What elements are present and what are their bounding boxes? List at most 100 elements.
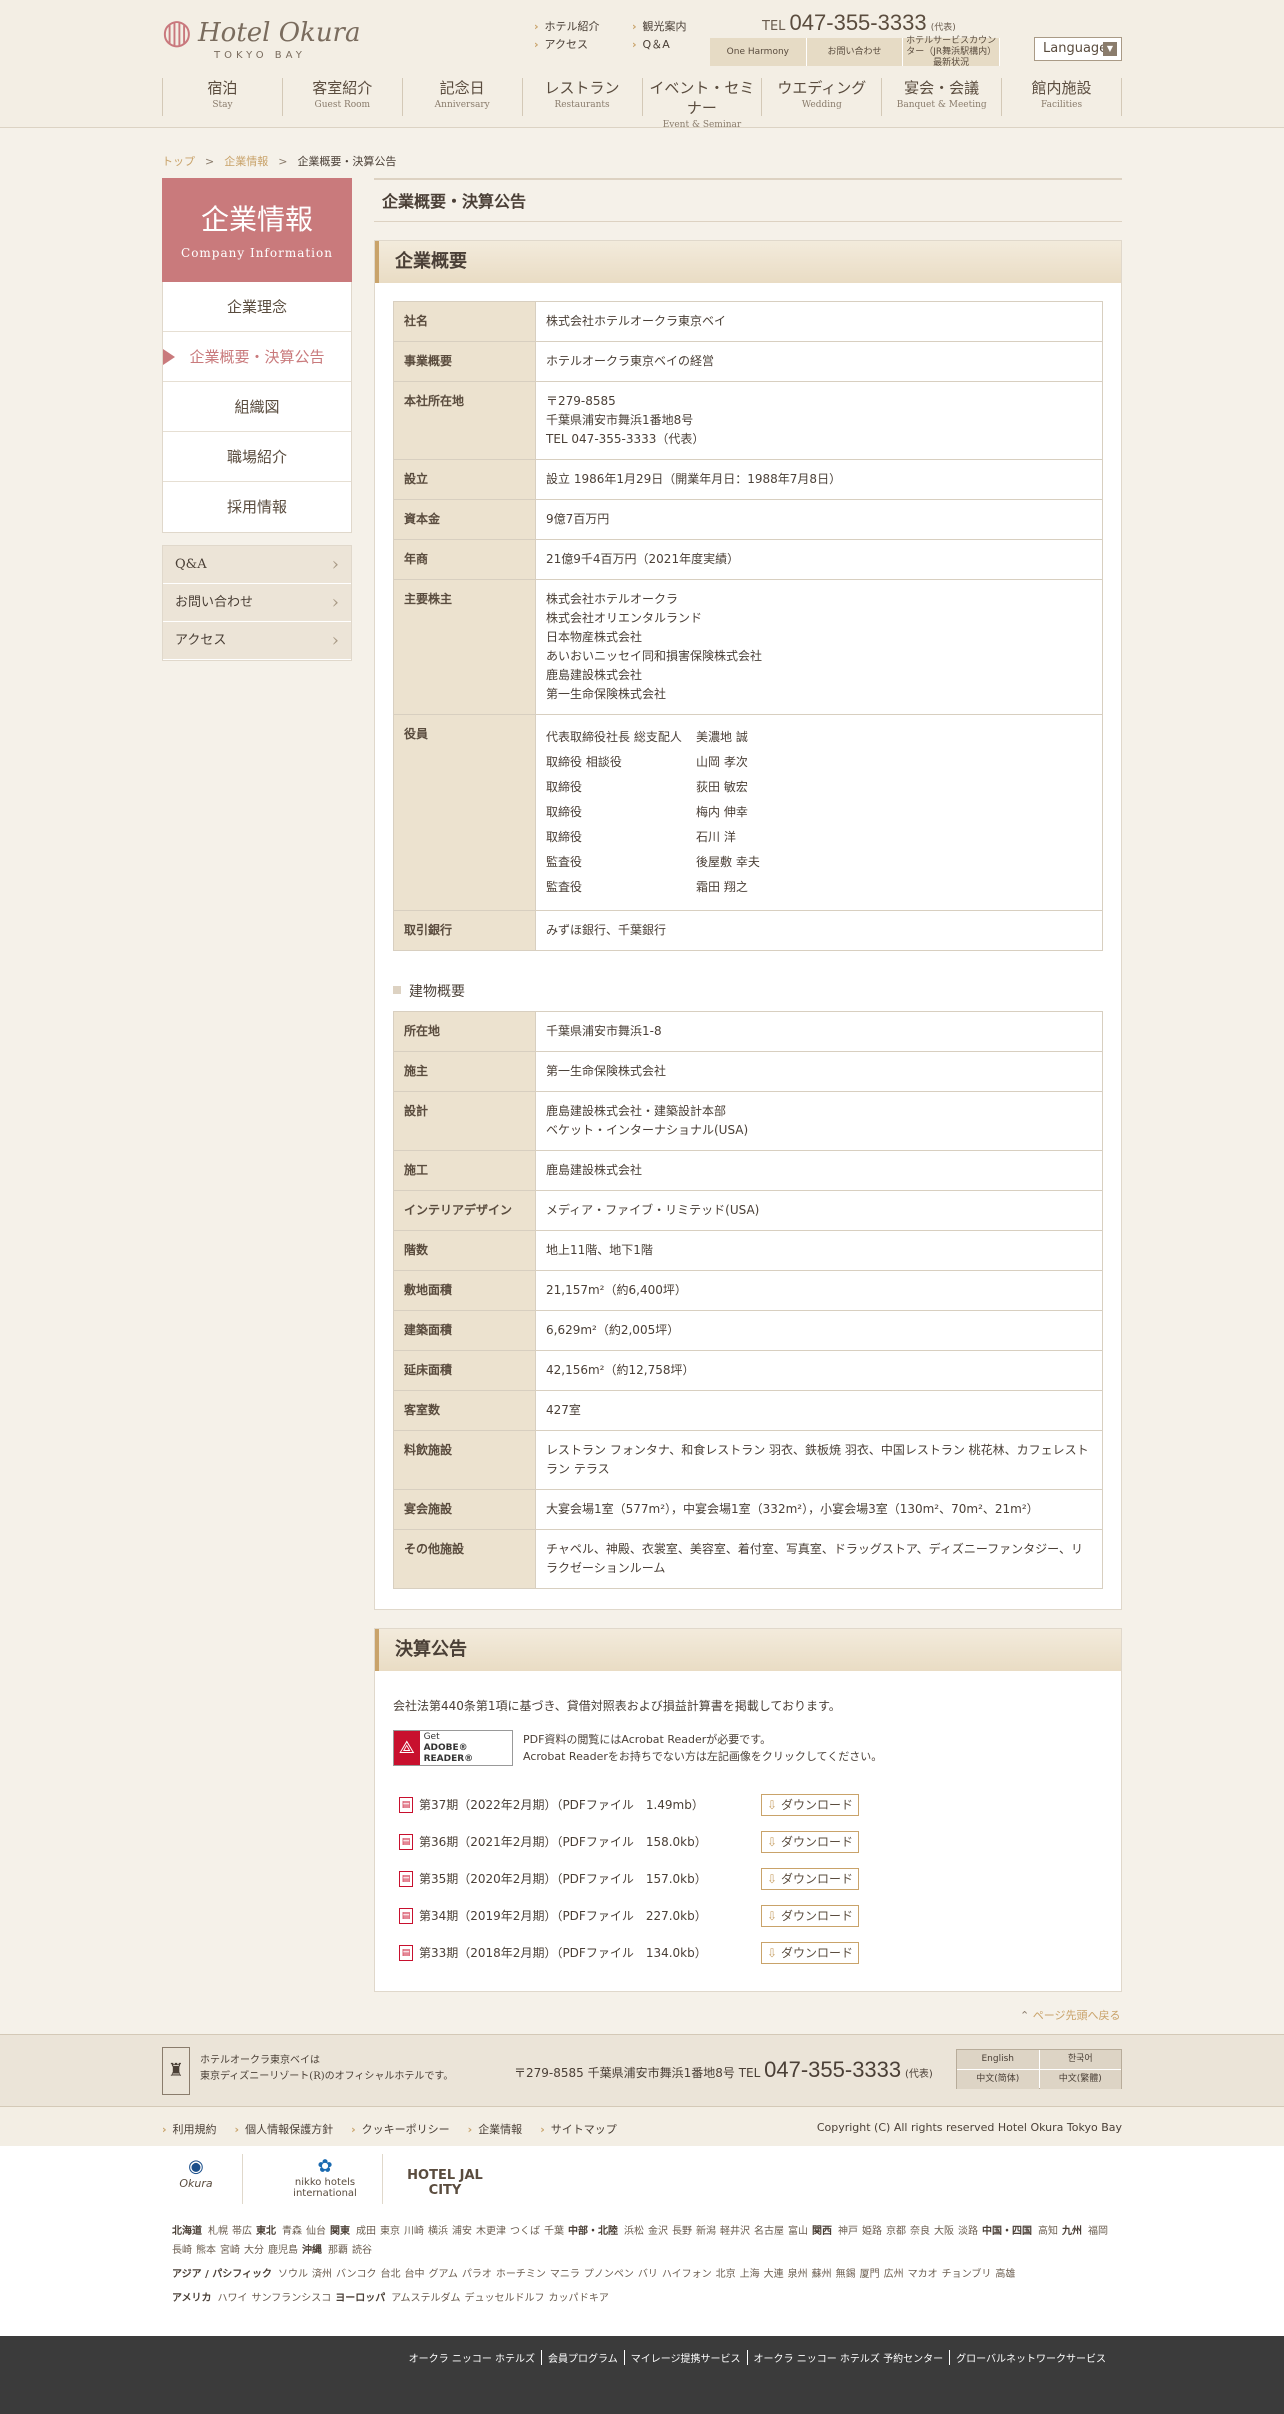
download-button[interactable]: ダウンロード — [761, 1867, 859, 1890]
city-link[interactable]: ホーチミン — [496, 2269, 546, 2280]
city-link[interactable]: バンコク — [336, 2269, 377, 2280]
city-link[interactable]: 横浜 — [428, 2226, 448, 2237]
link-okura-nikko[interactable]: オークラ ニッコー ホテルズ — [403, 2350, 541, 2365]
link-sightseeing[interactable]: 観光案内 — [632, 18, 687, 36]
link-hotel-intro[interactable]: ホテル紹介 — [534, 18, 600, 36]
city-link[interactable]: 帯広 — [232, 2226, 252, 2237]
city-link[interactable]: マニラ — [550, 2269, 580, 2280]
city-link[interactable]: 浜松 — [624, 2226, 644, 2237]
one-harmony-button[interactable]: One Harmony — [710, 38, 807, 66]
nav-guest-room[interactable]: 客室紹介 Guest Room — [281, 78, 402, 116]
city-link[interactable]: 浦安 — [452, 2226, 472, 2237]
city-link[interactable]: 姫路 — [862, 2226, 882, 2237]
link-sitemap[interactable]: サイトマップ — [540, 2121, 617, 2137]
get-adobe-reader-button[interactable]: ⟁ Get ADOBE® READER® — [393, 1730, 513, 1766]
sidebar-sub-contact[interactable]: お問い合わせ — [163, 584, 351, 622]
city-link[interactable]: 広州 — [884, 2269, 904, 2280]
city-link[interactable]: グアム — [429, 2269, 458, 2280]
nav-banquet-meeting[interactable]: 宴会・会議 Banquet & Meeting — [881, 78, 1001, 116]
link-terms[interactable]: 利用規約 — [162, 2121, 217, 2137]
pdf-link[interactable]: 第34期（2019年2月期）（PDFファイル 227.0kb） — [419, 1907, 761, 1924]
city-link[interactable]: 木更津 — [476, 2226, 506, 2237]
city-link[interactable]: 大分 — [244, 2245, 264, 2256]
city-link[interactable]: 青森 — [282, 2226, 302, 2237]
city-link[interactable]: つくば — [510, 2226, 540, 2237]
lang-korean[interactable]: 한국어 — [1039, 2050, 1121, 2069]
link-reservation-center[interactable]: オークラ ニッコー ホテルズ 予約センター — [746, 2350, 950, 2365]
city-link[interactable]: 富山 — [788, 2226, 808, 2237]
city-link[interactable]: マカオ — [908, 2269, 938, 2280]
city-link[interactable]: デュッセルドルフ — [465, 2293, 545, 2304]
sidebar-sub-access[interactable]: アクセス — [163, 622, 351, 660]
city-link[interactable]: 淡路 — [958, 2226, 978, 2237]
pdf-link[interactable]: 第33期（2018年2月期）（PDFファイル 134.0kb） — [419, 1944, 761, 1961]
pdf-link[interactable]: 第37期（2022年2月期）（PDFファイル 1.49mb） — [419, 1796, 761, 1813]
service-counter-button[interactable]: ホテルサービスカウンター（JR舞浜駅構内）最新状況 — [903, 36, 1001, 68]
sidebar-sub-qa[interactable]: Q&A — [163, 546, 351, 584]
sidebar-item-recruit[interactable]: 採用情報 — [163, 482, 351, 532]
city-link[interactable]: ハイフォン — [662, 2269, 712, 2280]
download-button[interactable]: ダウンロード — [761, 1941, 859, 1964]
link-membership[interactable]: 会員プログラム — [541, 2350, 624, 2365]
nav-stay[interactable]: 宿泊 Stay — [162, 78, 282, 116]
brand-jalcity[interactable]: HOTEL JAL CITY — [400, 2156, 490, 2202]
city-link[interactable]: サンフランシスコ — [252, 2293, 332, 2304]
brand-okura[interactable]: ◉ Okura — [166, 2156, 226, 2202]
city-link[interactable]: 神戸 — [838, 2226, 858, 2237]
brand-nikko[interactable]: ✿ nikko hotels international — [270, 2156, 380, 2202]
city-link[interactable]: 那覇 — [328, 2245, 348, 2256]
city-link[interactable]: 宮崎 — [220, 2245, 240, 2256]
city-link[interactable]: 川崎 — [404, 2226, 424, 2237]
nav-anniversary[interactable]: 記念日 Anniversary — [401, 78, 522, 116]
download-button[interactable]: ダウンロード — [761, 1830, 859, 1853]
sidebar-item-overview[interactable]: 企業概要・決算公告 — [163, 332, 351, 382]
city-link[interactable]: 仙台 — [306, 2226, 326, 2237]
city-link[interactable]: 東京 — [380, 2226, 400, 2237]
city-link[interactable]: 高知 — [1038, 2226, 1058, 2237]
city-link[interactable]: 奈良 — [910, 2226, 930, 2237]
link-access[interactable]: アクセス — [534, 36, 600, 54]
city-link[interactable]: 福岡 — [1088, 2226, 1108, 2237]
lang-chinese-traditional[interactable]: 中文(繁體) — [1039, 2070, 1121, 2089]
contact-button[interactable]: お問い合わせ — [807, 38, 904, 66]
link-company[interactable]: 企業情報 — [468, 2121, 522, 2137]
nav-facilities[interactable]: 館内施設 Facilities — [1001, 78, 1122, 116]
city-link[interactable]: ソウル — [278, 2269, 308, 2280]
city-link[interactable]: 京都 — [886, 2226, 906, 2237]
city-link[interactable]: ハワイ — [218, 2293, 248, 2304]
city-link[interactable]: 蘇州 — [812, 2269, 832, 2280]
city-link[interactable]: 上海 — [740, 2269, 760, 2280]
city-link[interactable]: パラオ — [462, 2269, 492, 2280]
sidebar-item-org-chart[interactable]: 組織図 — [163, 382, 351, 432]
city-link[interactable]: 台中 — [405, 2269, 425, 2280]
city-link[interactable]: 長野 — [672, 2226, 692, 2237]
breadcrumb-company[interactable]: 企業情報 — [224, 155, 268, 168]
city-link[interactable]: 台北 — [381, 2269, 401, 2280]
city-link[interactable]: アムステルダム — [391, 2293, 460, 2304]
city-link[interactable]: 名古屋 — [754, 2226, 784, 2237]
city-link[interactable]: 泉州 — [788, 2269, 808, 2280]
pdf-link[interactable]: 第36期（2021年2月期）（PDFファイル 158.0kb） — [419, 1833, 761, 1850]
city-link[interactable]: 熊本 — [196, 2245, 216, 2256]
city-link[interactable]: チョンブリ — [942, 2269, 992, 2280]
hotel-logo[interactable]: ◍ Hotel Okura TOKYO BAY — [162, 12, 362, 61]
sidebar-item-workplace[interactable]: 職場紹介 — [163, 432, 351, 482]
city-link[interactable]: 成田 — [356, 2226, 376, 2237]
city-link[interactable]: 新潟 — [696, 2226, 716, 2237]
lang-chinese-simplified[interactable]: 中文(简体) — [957, 2070, 1039, 2089]
pdf-link[interactable]: 第35期（2020年2月期）（PDFファイル 157.0kb） — [419, 1870, 761, 1887]
city-link[interactable]: 無錫 — [836, 2269, 856, 2280]
city-link[interactable]: 大阪 — [934, 2226, 954, 2237]
nav-event-seminar[interactable]: イベント・セミナー Event & Seminar — [641, 78, 762, 130]
city-link[interactable]: 済州 — [312, 2269, 332, 2280]
city-link[interactable]: 金沢 — [648, 2226, 668, 2237]
link-qa[interactable]: Q＆A — [632, 36, 687, 54]
city-link[interactable]: 読谷 — [352, 2245, 372, 2256]
link-privacy[interactable]: 個人情報保護方針 — [235, 2121, 333, 2137]
city-link[interactable]: 鹿児島 — [268, 2245, 298, 2256]
link-mileage[interactable]: マイレージ提携サービス — [623, 2350, 747, 2365]
nav-wedding[interactable]: ウエディング Wedding — [761, 78, 881, 116]
city-link[interactable]: 軽井沢 — [720, 2226, 750, 2237]
breadcrumb-top[interactable]: トップ — [162, 155, 195, 168]
city-link[interactable]: 高雄 — [995, 2269, 1015, 2280]
